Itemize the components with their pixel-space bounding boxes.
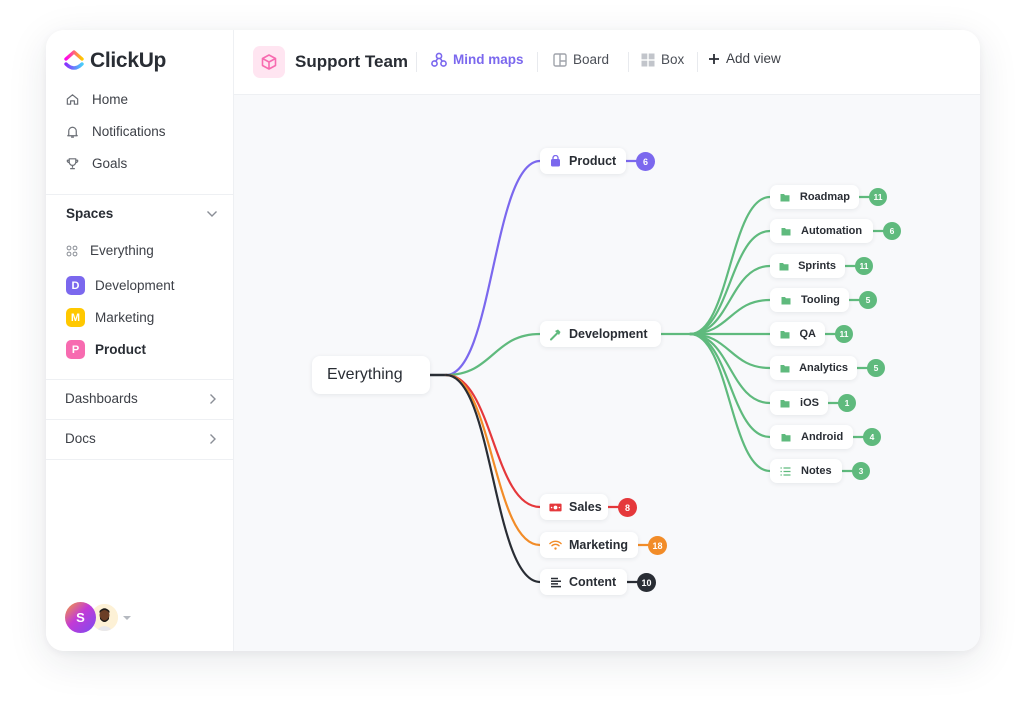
child-node-analytics-label: Analytics xyxy=(799,362,848,374)
child-link-notes xyxy=(688,332,772,473)
branch-link-sales xyxy=(444,373,542,509)
folder-icon xyxy=(779,191,791,204)
list-icon xyxy=(779,465,792,478)
mind-map-links xyxy=(428,159,887,584)
count-badge: 5 xyxy=(859,291,877,309)
branch-node-development-label: Development xyxy=(569,327,648,341)
child-node-qa-label: QA xyxy=(799,328,817,340)
child-node-roadmap[interactable]: Roadmap xyxy=(770,185,859,209)
count-badge: 8 xyxy=(618,498,637,517)
child-node-qa[interactable]: QA xyxy=(770,322,825,346)
folder-icon xyxy=(779,328,791,341)
child-link-sprints xyxy=(688,264,772,336)
branch-node-sales-label: Sales xyxy=(569,500,602,514)
child-link-ios xyxy=(688,332,772,405)
folder-icon xyxy=(779,225,792,238)
branch-node-content[interactable]: Content xyxy=(540,569,627,595)
root-node[interactable]: Everything xyxy=(312,356,430,394)
child-link-android xyxy=(688,332,772,439)
folder-icon xyxy=(779,294,792,307)
count-badge: 6 xyxy=(636,152,655,171)
bag-icon xyxy=(549,155,562,168)
child-link-automation xyxy=(688,229,772,336)
child-node-notes[interactable]: Notes xyxy=(770,459,842,483)
child-node-notes-label: Notes xyxy=(801,465,832,477)
count-badge: 10 xyxy=(637,573,656,592)
branch-node-product[interactable]: Product xyxy=(540,148,626,174)
root-node-label: Everything xyxy=(327,366,403,383)
wifi-icon xyxy=(549,539,562,552)
child-node-tooling[interactable]: Tooling xyxy=(770,288,849,312)
count-badge: 11 xyxy=(835,325,853,343)
child-node-tooling-label: Tooling xyxy=(801,294,840,306)
child-node-sprints[interactable]: Sprints xyxy=(770,254,845,278)
child-node-ios-label: iOS xyxy=(800,397,819,409)
branch-link-content xyxy=(444,373,542,584)
count-badge: 3 xyxy=(852,462,870,480)
count-badge: 11 xyxy=(855,257,873,275)
count-badge: 6 xyxy=(883,222,901,240)
child-node-ios[interactable]: iOS xyxy=(770,391,828,415)
folder-icon xyxy=(779,431,792,444)
folder-icon xyxy=(779,260,789,273)
avatar: S xyxy=(65,602,96,633)
count-badge: 1 xyxy=(838,394,856,412)
branch-node-product-label: Product xyxy=(569,154,617,168)
child-node-automation-label: Automation xyxy=(801,225,863,237)
count-badge: 5 xyxy=(867,359,885,377)
lines-icon xyxy=(549,576,562,589)
branch-node-marketing[interactable]: Marketing xyxy=(540,532,638,558)
count-badge: 4 xyxy=(863,428,881,446)
branch-node-development[interactable]: Development xyxy=(540,321,661,347)
count-badge: 11 xyxy=(869,188,887,206)
child-link-roadmap xyxy=(688,195,772,336)
child-node-sprints-label: Sprints xyxy=(798,260,836,272)
folder-icon xyxy=(779,362,790,375)
child-node-analytics[interactable]: Analytics xyxy=(770,356,857,380)
count-badge: 18 xyxy=(648,536,667,555)
branch-node-sales[interactable]: Sales xyxy=(540,494,608,520)
child-node-android[interactable]: Android xyxy=(770,425,853,449)
child-node-android-label: Android xyxy=(801,431,844,443)
child-node-automation[interactable]: Automation xyxy=(770,219,873,243)
branch-node-marketing-label: Marketing xyxy=(569,538,629,552)
child-node-roadmap-label: Roadmap xyxy=(799,191,850,203)
branch-link-product xyxy=(444,159,542,377)
branch-node-content-label: Content xyxy=(569,575,617,589)
folder-icon xyxy=(779,397,791,410)
money-icon xyxy=(549,501,562,514)
hammer-icon xyxy=(549,328,562,341)
branch-link-marketing xyxy=(444,373,542,547)
